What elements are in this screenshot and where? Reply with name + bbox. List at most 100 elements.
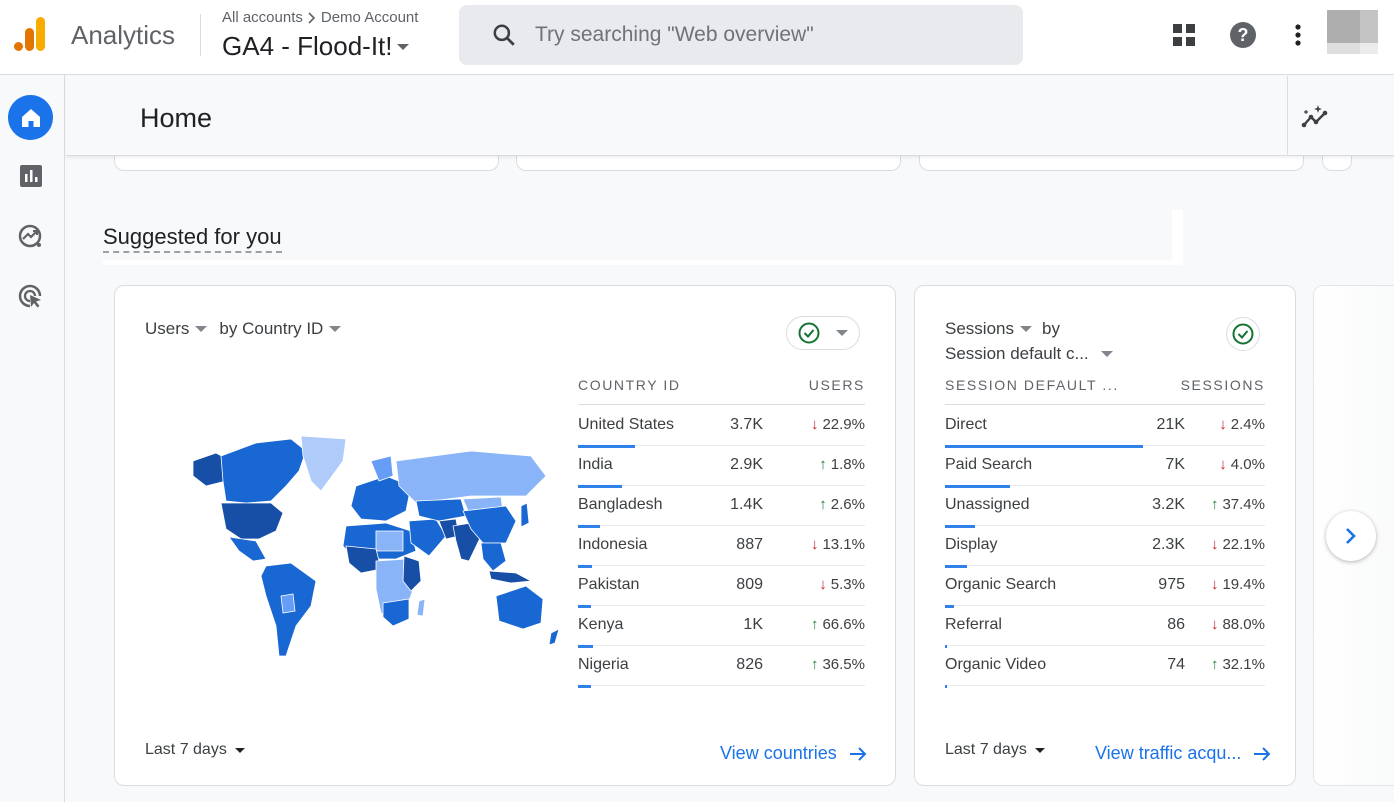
breadcrumb-all-accounts[interactable]: All accounts [222, 9, 303, 26]
table-row[interactable]: Organic Video 74 ↑ 32.1% [945, 646, 1265, 688]
check-circle-icon [798, 322, 820, 344]
card-title: Sessions by Session default c... [945, 316, 1113, 366]
change-percent: 5.3% [830, 576, 865, 593]
dimension-label: Session default c... [945, 344, 1089, 363]
map-region-new-zealand [548, 628, 560, 646]
nav-home[interactable] [8, 95, 53, 140]
nav-explore[interactable] [8, 214, 53, 259]
arrow-up-icon: ↑ [1210, 656, 1219, 673]
more-vert-icon [1295, 24, 1301, 46]
view-countries-link[interactable]: View countries [720, 743, 867, 764]
table-row[interactable]: India 2.9K ↑ 1.8% [578, 446, 865, 488]
divider [200, 14, 201, 56]
section-title[interactable]: Suggested for you [103, 225, 282, 253]
table-row[interactable]: Direct 21K ↓ 2.4% [945, 406, 1265, 448]
table-row[interactable]: Kenya 1K ↑ 66.6% [578, 606, 865, 648]
table-row[interactable]: Pakistan 809 ↓ 5.3% [578, 566, 865, 608]
row-label: India [578, 456, 613, 473]
row-label: Kenya [578, 616, 624, 633]
table-row[interactable]: Indonesia 887 ↓ 13.1% [578, 526, 865, 568]
table-row[interactable]: Display 2.3K ↓ 22.1% [945, 526, 1265, 568]
header-divider [578, 404, 865, 405]
arrow-down-icon: ↓ [1219, 456, 1227, 473]
analytics-logo-icon[interactable] [13, 17, 49, 53]
map-region-bolivia [280, 593, 296, 614]
row-change: ↓ 4.0% [1219, 456, 1265, 473]
date-range-selector[interactable]: Last 7 days [945, 741, 1045, 759]
apps-button[interactable] [1169, 20, 1199, 50]
table-row[interactable]: Nigeria 826 ↑ 36.5% [578, 646, 865, 688]
breadcrumb[interactable]: All accounts Demo Account [222, 9, 418, 26]
change-percent: 4.0% [1230, 456, 1265, 473]
sessions-by-channel-card: Sessions by Session default c... SESSION… [914, 285, 1296, 786]
metric-selector[interactable]: Sessions [945, 316, 1032, 341]
row-value: 3.2K [1152, 496, 1185, 513]
arrow-up-icon: ↑ [1210, 496, 1219, 513]
search-bar[interactable] [459, 5, 1023, 65]
avatar[interactable] [1327, 10, 1378, 54]
table-row[interactable]: Paid Search 7K ↓ 4.0% [945, 446, 1265, 488]
nav-advertising[interactable] [8, 274, 53, 319]
nav-reports[interactable] [8, 153, 53, 198]
change-percent: 66.6% [822, 616, 865, 633]
world-map[interactable] [171, 431, 571, 661]
view-traffic-acquisition-link[interactable]: View traffic acqu... [1095, 743, 1271, 764]
arrow-down-icon: ↓ [1210, 576, 1219, 593]
next-cards-button[interactable] [1326, 511, 1376, 561]
card-title: Users by Country ID [145, 316, 342, 341]
dimension-selector[interactable]: by Country ID [219, 316, 342, 341]
advertising-icon [18, 284, 41, 307]
card-status-chip[interactable] [786, 316, 860, 350]
row-label: Direct [945, 416, 987, 433]
caret-down-icon [396, 43, 409, 50]
date-range-selector[interactable]: Last 7 days [145, 741, 245, 759]
row-change: ↓ 22.1% [1211, 536, 1265, 553]
column-header-dimension[interactable]: SESSION DEFAULT ... [945, 377, 1119, 393]
left-navigation [0, 75, 65, 802]
arrow-down-icon: ↓ [819, 576, 827, 593]
check-circle-icon [1232, 323, 1254, 345]
metric-selector[interactable]: Users [145, 316, 208, 341]
table-row[interactable]: United States 3.7K ↓ 22.9% [578, 406, 865, 448]
property-selector[interactable]: GA4 - Flood-It! [222, 31, 409, 62]
caret-down-icon [1034, 747, 1045, 753]
column-header-metric[interactable]: USERS [765, 377, 865, 393]
table-row[interactable]: Organic Search 975 ↓ 19.4% [945, 566, 1265, 608]
table-row[interactable]: Unassigned 3.2K ↑ 37.4% [945, 486, 1265, 528]
row-label: Nigeria [578, 656, 629, 673]
bar-chart-icon [19, 164, 42, 187]
row-label: Unassigned [945, 496, 1030, 513]
table-row[interactable]: Bangladesh 1.4K ↑ 2.6% [578, 486, 865, 528]
search-icon [493, 24, 515, 46]
map-region-greenland [300, 435, 347, 492]
card-status-chip[interactable] [1226, 317, 1260, 351]
row-label: Referral [945, 616, 1002, 633]
row-label: Organic Video [945, 656, 1047, 673]
date-range-label: Last 7 days [945, 741, 1027, 758]
arrow-down-icon: ↓ [810, 536, 819, 553]
help-button[interactable]: ? [1228, 20, 1258, 50]
row-change: ↑ 36.5% [811, 656, 865, 673]
row-value: 887 [736, 536, 763, 553]
search-input[interactable] [535, 23, 975, 47]
arrow-down-icon: ↓ [1210, 536, 1219, 553]
dimension-selector[interactable]: Session default c... [945, 341, 1113, 366]
arrow-up-icon: ↑ [819, 496, 827, 513]
insights-button[interactable] [1300, 101, 1332, 133]
column-header-metric[interactable]: SESSIONS [1165, 377, 1265, 393]
map-region-scandinavia [370, 455, 394, 482]
column-header-dimension[interactable]: COUNTRY ID [578, 377, 681, 393]
date-range-label: Last 7 days [145, 741, 227, 758]
row-value: 3.7K [730, 416, 763, 433]
row-change: ↓ 13.1% [811, 536, 865, 553]
row-label: Paid Search [945, 456, 1033, 473]
table-row[interactable]: Referral 86 ↓ 88.0% [945, 606, 1265, 648]
row-value: 826 [736, 656, 763, 673]
row-change: ↑ 2.6% [819, 496, 865, 513]
apps-grid-icon [1173, 24, 1195, 46]
link-label: View traffic acqu... [1095, 743, 1242, 763]
more-options-button[interactable] [1283, 20, 1313, 50]
arrow-right-icon [1254, 746, 1271, 761]
breadcrumb-account[interactable]: Demo Account [321, 9, 419, 26]
change-percent: 88.0% [1222, 616, 1265, 633]
